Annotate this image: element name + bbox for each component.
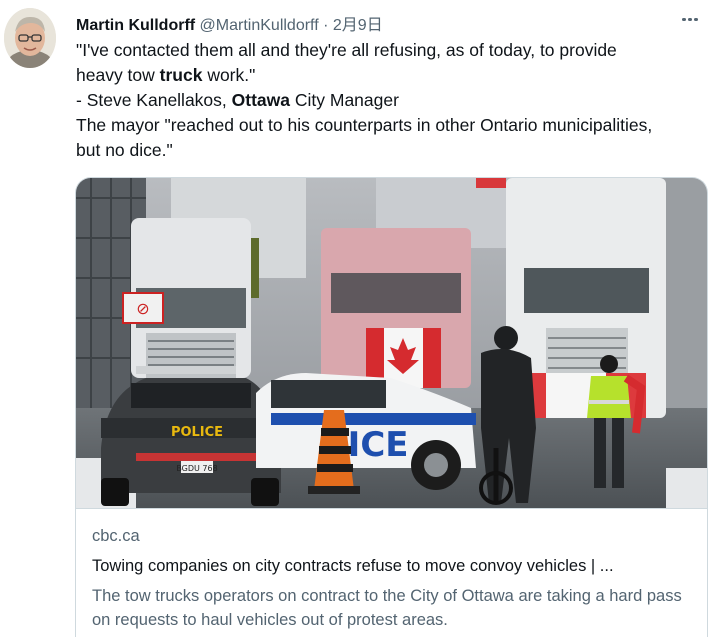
highlight-ottawa: Ottawa [231,90,290,110]
card-domain: cbc.ca [92,527,140,545]
tweet-text-segment: City Manager [290,90,399,110]
tweet-header: Martin Kulldorff @MartinKulldorff · 2月9日 [76,11,383,35]
tweet-text-segment: work." [202,65,256,85]
author-name[interactable]: Martin Kulldorff [76,17,195,34]
link-card-body[interactable]: cbc.ca Towing companies on city contract… [76,508,707,637]
card-description: The tow trucks operators on contract to … [92,587,682,629]
tweet: Martin Kulldorff @MartinKulldorff · 2月9日… [0,0,708,637]
avatar-image [4,8,56,68]
card-title[interactable]: Towing companies on city contracts refus… [92,557,692,576]
more-options-icon[interactable] [682,8,702,24]
tweet-line: "I've contacted them all and they're all… [76,40,617,60]
tweet-line: heavy tow truck work." [76,63,704,88]
separator-dot: · [323,17,329,34]
highlight-truck: truck [159,65,203,85]
avatar[interactable] [4,8,56,68]
tweet-line: The mayor "reached out to his counterpar… [76,115,653,135]
tweet-line: - Steve Kanellakos, Ottawa City Manager [76,88,704,113]
tweet-text: "I've contacted them all and they're all… [76,38,704,163]
tweet-text-segment: heavy tow [76,65,160,85]
author-handle[interactable]: @MartinKulldorff [200,17,319,34]
tweet-date[interactable]: 2月9日 [333,17,383,34]
window-sign: ⊘ [136,299,149,318]
news-photo[interactable]: ⊘ POLICE BGDU 768 LICE [76,178,707,508]
tweet-line: but no dice." [76,140,173,160]
police-label: POLICE [171,425,223,440]
tweet-text-segment: - Steve Kanellakos, [76,90,232,110]
link-card[interactable]: ⊘ POLICE BGDU 768 LICE cbc.ca Towing com… [75,177,708,637]
license-plate: BGDU 768 [176,464,217,473]
